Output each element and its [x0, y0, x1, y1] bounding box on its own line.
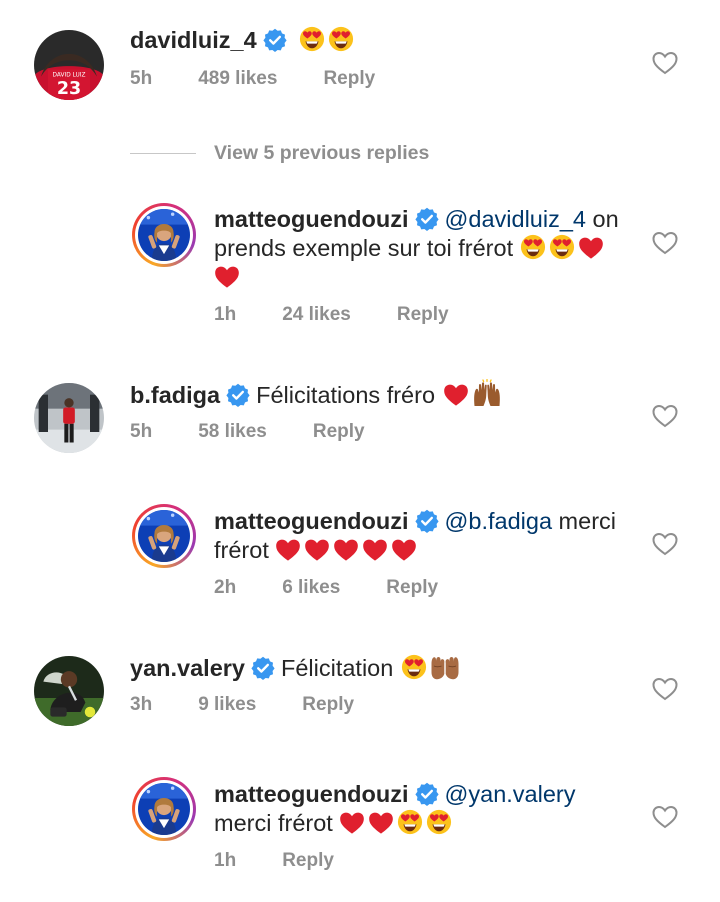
- likes-count[interactable]: 489 likes: [198, 68, 277, 89]
- red-heart-emoji: [275, 538, 301, 562]
- red-heart-emoji: [391, 538, 417, 562]
- mention-link[interactable]: @yan.valery: [445, 781, 576, 807]
- reply-button[interactable]: Reply: [302, 694, 354, 715]
- verified-badge-icon: [415, 782, 439, 806]
- comment-body: merci frérot: [214, 810, 333, 836]
- heart-outline-icon[interactable]: [652, 532, 678, 556]
- divider: [130, 153, 196, 154]
- timestamp: 5h: [130, 68, 153, 89]
- comment-text: matteoguendouzi @b.fadiga merci frérot: [214, 507, 634, 565]
- comment-meta: 1h 24 likes Reply: [214, 304, 495, 326]
- likes-count[interactable]: 9 likes: [198, 694, 256, 715]
- comment-text: yan.valery Félicitation: [130, 652, 650, 683]
- heart-outline-icon[interactable]: [652, 805, 678, 829]
- palms-up-emoji: [430, 652, 460, 680]
- heart-outline-icon[interactable]: [652, 51, 678, 75]
- mention-link[interactable]: @b.fadiga: [445, 508, 552, 534]
- likes-count[interactable]: 58 likes: [198, 421, 267, 442]
- comment-meta: 3h 9 likes Reply: [130, 694, 400, 716]
- timestamp: 1h: [214, 850, 237, 871]
- verified-badge-icon: [251, 656, 275, 680]
- comment-text: davidluiz_4: [130, 26, 650, 55]
- verified-badge-icon: [415, 509, 439, 533]
- red-heart-emoji: [362, 538, 388, 562]
- heart-eyes-emoji: [299, 26, 325, 52]
- likes-count[interactable]: 24 likes: [282, 304, 351, 325]
- comment-body: Félicitations fréro: [256, 382, 436, 408]
- avatar[interactable]: [34, 383, 104, 453]
- username[interactable]: b.fadiga: [130, 382, 220, 408]
- likes-count[interactable]: 6 likes: [282, 577, 340, 598]
- timestamp: 1h: [214, 304, 237, 325]
- heart-outline-icon[interactable]: [652, 404, 678, 428]
- username[interactable]: yan.valery: [130, 655, 245, 681]
- red-heart-emoji: [304, 538, 330, 562]
- heart-eyes-emoji: [426, 809, 452, 835]
- username[interactable]: matteoguendouzi: [214, 781, 409, 807]
- timestamp: 2h: [214, 577, 237, 598]
- reply-button[interactable]: Reply: [323, 68, 375, 89]
- heart-eyes-emoji: [401, 654, 427, 680]
- comment-text: b.fadiga Félicitations fréro: [130, 379, 650, 410]
- heart-eyes-emoji: [397, 809, 423, 835]
- comment-meta: 2h 6 likes Reply: [214, 577, 484, 599]
- username[interactable]: matteoguendouzi: [214, 508, 409, 534]
- red-heart-emoji: [578, 236, 604, 260]
- red-heart-emoji: [443, 383, 469, 407]
- username[interactable]: matteoguendouzi: [214, 206, 409, 232]
- red-heart-emoji: [339, 811, 365, 835]
- heart-eyes-emoji: [520, 234, 546, 260]
- mention-link[interactable]: @davidluiz_4: [445, 206, 586, 232]
- username[interactable]: davidluiz_4: [130, 27, 257, 53]
- comment-meta: 5h 58 likes Reply: [130, 421, 411, 443]
- comment-meta: 1h Reply: [214, 850, 380, 872]
- reply-button[interactable]: Reply: [386, 577, 438, 598]
- heart-eyes-emoji: [328, 26, 354, 52]
- avatar[interactable]: [132, 203, 196, 267]
- heart-outline-icon[interactable]: [652, 231, 678, 255]
- verified-badge-icon: [226, 383, 250, 407]
- raised-hands-emoji: [472, 379, 502, 407]
- comment-text: matteoguendouzi @davidluiz_4 on prends ex…: [214, 205, 634, 292]
- red-heart-emoji: [214, 265, 240, 289]
- comment-text: matteoguendouzi @yan.valery merci frérot: [214, 780, 634, 838]
- verified-badge-icon: [415, 207, 439, 231]
- reply-button[interactable]: Reply: [397, 304, 449, 325]
- reply-button[interactable]: Reply: [313, 421, 365, 442]
- heart-outline-icon[interactable]: [652, 677, 678, 701]
- heart-eyes-emoji: [549, 234, 575, 260]
- comment-meta: 5h 489 likes Reply: [130, 68, 421, 90]
- verified-badge-icon: [263, 28, 287, 52]
- reply-button[interactable]: Reply: [282, 850, 334, 871]
- view-previous-replies[interactable]: View 5 previous replies: [130, 142, 429, 165]
- red-heart-emoji: [368, 811, 394, 835]
- timestamp: 5h: [130, 421, 153, 442]
- red-heart-emoji: [333, 538, 359, 562]
- avatar[interactable]: [34, 656, 104, 726]
- comment-body: Félicitation: [280, 655, 394, 681]
- avatar[interactable]: [132, 504, 196, 568]
- view-replies-label[interactable]: View 5 previous replies: [214, 142, 429, 165]
- timestamp: 3h: [130, 694, 153, 715]
- avatar[interactable]: [34, 30, 104, 100]
- avatar[interactable]: [132, 777, 196, 841]
